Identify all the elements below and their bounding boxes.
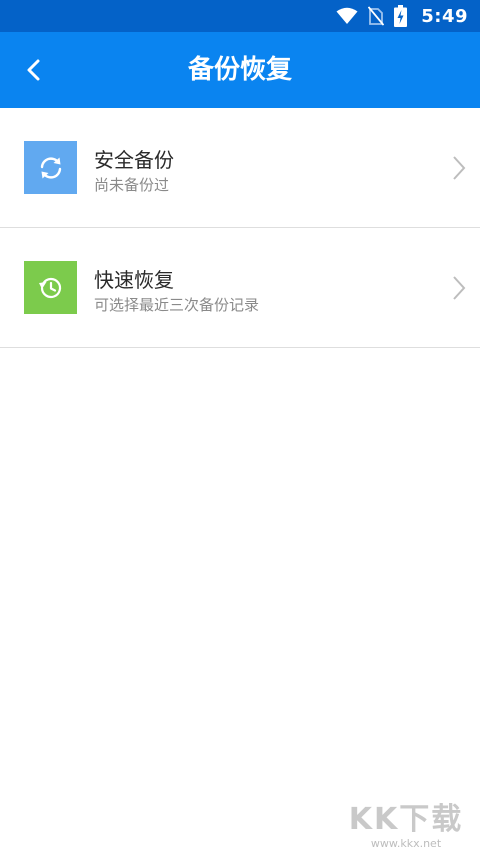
status-time: 5:49 bbox=[421, 5, 468, 27]
list-item-safe-backup[interactable]: 安全备份 尚未备份过 bbox=[0, 108, 480, 228]
list-item-quick-restore[interactable]: 快速恢复 可选择最近三次备份记录 bbox=[0, 228, 480, 348]
safe-backup-icon-tile bbox=[24, 141, 77, 194]
item-title: 快速恢复 bbox=[94, 268, 174, 292]
watermark-logo: KK下载 bbox=[348, 802, 464, 837]
battery-charging-icon bbox=[394, 5, 408, 27]
quick-restore-icon-tile bbox=[24, 261, 77, 314]
history-icon bbox=[38, 277, 61, 298]
item-title: 安全备份 bbox=[94, 148, 174, 172]
sync-icon bbox=[40, 156, 61, 179]
chevron-right-icon bbox=[452, 275, 466, 301]
chevron-right-icon bbox=[452, 155, 466, 181]
backup-restore-list: 安全备份 尚未备份过 快速恢复 可选择最近三次备份记录 bbox=[0, 108, 480, 348]
watermark: KK下载 www.kkx.net bbox=[346, 791, 466, 851]
page-title: 备份恢复 bbox=[187, 55, 292, 85]
status-bar: 5:49 bbox=[0, 0, 480, 32]
item-subtitle: 可选择最近三次备份记录 bbox=[94, 296, 260, 314]
item-subtitle: 尚未备份过 bbox=[94, 176, 170, 194]
back-arrow-icon bbox=[27, 59, 40, 81]
back-button[interactable] bbox=[14, 50, 54, 90]
app-bar: 备份恢复 bbox=[0, 32, 480, 108]
wifi-icon bbox=[336, 7, 358, 25]
watermark-url: www.kkx.net bbox=[370, 837, 442, 850]
no-sim-icon bbox=[368, 6, 385, 26]
